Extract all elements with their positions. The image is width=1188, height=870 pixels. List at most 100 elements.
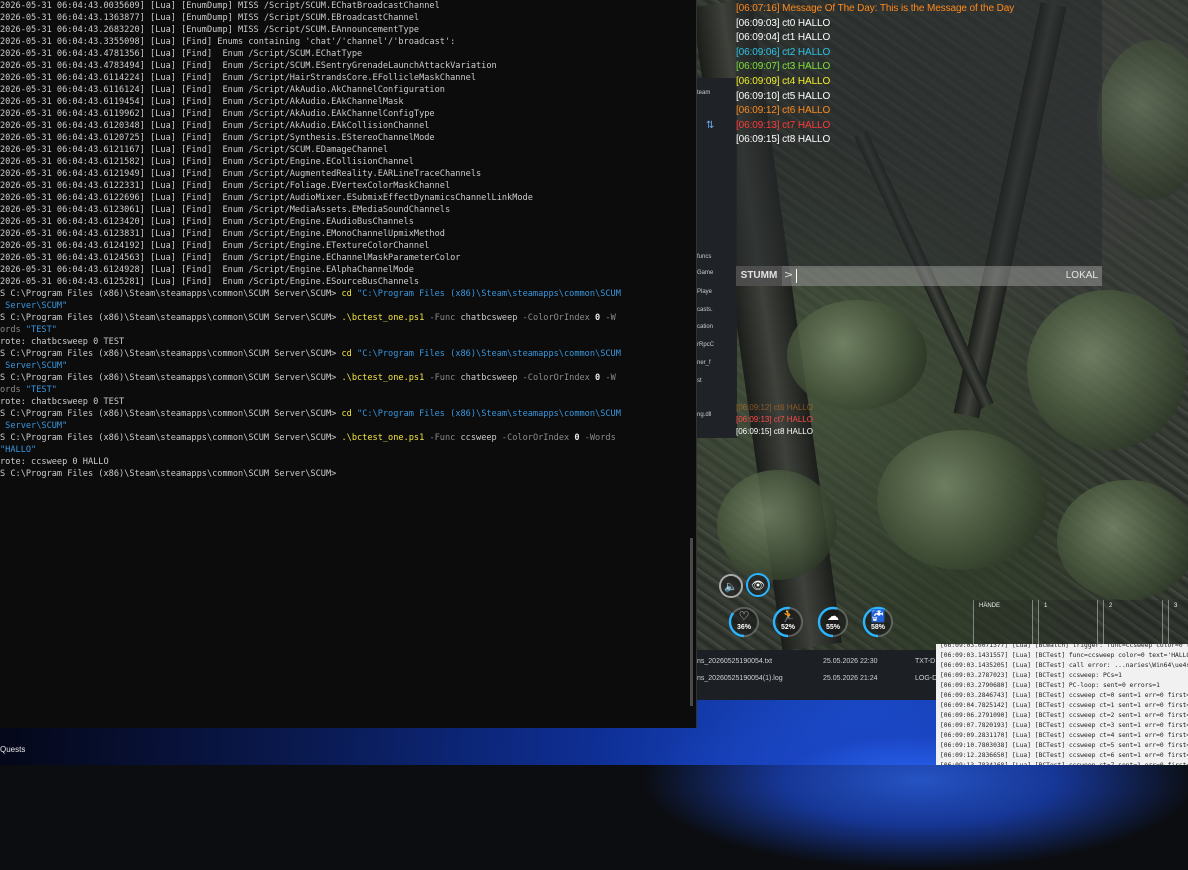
terminal-segment: 2026-05-31 06:04:43.6123061] [Lua] [Find… bbox=[0, 205, 451, 215]
terminal-segment: S C:\Program Files (x86)\Steam\steamapps… bbox=[0, 289, 342, 299]
chat-channel-label[interactable]: LOKAL bbox=[1066, 266, 1098, 286]
terminal-line: 2026-05-31 06:04:43.6125281] [Lua] [Find… bbox=[0, 276, 419, 288]
file-type: LOG-D bbox=[915, 675, 938, 682]
health-icon: ♡ bbox=[738, 609, 750, 623]
terminal-segment: 0 bbox=[574, 433, 585, 443]
file-row[interactable]: ns_20260525190054(1).log 25.05.2026 21:2… bbox=[697, 671, 937, 687]
log-line: [06:09:03.1431557] [Lua] [BCTest] func=c… bbox=[940, 652, 1188, 659]
terminal-segment: .\bctest_one.ps1 bbox=[341, 313, 430, 323]
terminal-segment: -Func bbox=[429, 433, 461, 443]
quickbar-slot-label: 1 bbox=[1044, 603, 1048, 609]
explorer-item[interactable]: cation bbox=[697, 324, 713, 330]
terminal-segment: 2026-05-31 06:04:43.6120725] [Lua] [Find… bbox=[0, 133, 435, 143]
log-line: [06:09:03.1435205] [Lua] [BCTest] call e… bbox=[940, 662, 1188, 669]
file-row[interactable]: ns_20260525190054.txt 25.05.2026 22:30 T… bbox=[697, 654, 937, 670]
explorer-item[interactable]: ng.dll bbox=[697, 412, 711, 418]
quickbar-slot[interactable]: 1 bbox=[1038, 600, 1098, 645]
terminal-line: S C:\Program Files (x86)\Steam\steamapps… bbox=[0, 432, 616, 444]
speaker-icon[interactable]: 🔈 bbox=[719, 574, 743, 598]
terminal-segment: S C:\Program Files (x86)\Steam\steamapps… bbox=[0, 313, 342, 323]
explorer-item[interactable]: funcs bbox=[697, 254, 711, 260]
health-percent: 36% bbox=[736, 624, 751, 631]
chat-message: [06:09:04] ct1 HALLO bbox=[736, 32, 831, 44]
powershell-terminal[interactable]: 2026-05-31 06:04:43.0035609] [Lua] [Enum… bbox=[0, 0, 697, 728]
terminal-segment: 2026-05-31 06:04:43.6121582] [Lua] [Find… bbox=[0, 157, 414, 167]
terminal-segment: 2026-05-31 06:04:43.6124563] [Lua] [Find… bbox=[0, 253, 461, 263]
terminal-line: 2026-05-31 06:04:43.6123831] [Lua] [Find… bbox=[0, 228, 445, 240]
explorer-item[interactable]: team bbox=[697, 90, 710, 96]
terminal-segment: -ColorOrIndex bbox=[522, 313, 596, 323]
log-window: [06:09:03.0071377] [Lua] [BCWatch] trigg… bbox=[936, 644, 1188, 765]
terminal-segment: "C:\Program Files (x86)\Steam\steamapps\… bbox=[357, 349, 621, 359]
foliage bbox=[1027, 290, 1187, 450]
quickbar-slot-label: 3 bbox=[1174, 603, 1178, 609]
chat-message: [06:09:06] ct2 HALLO bbox=[736, 46, 831, 58]
terminal-segment: 2026-05-31 06:04:43.3355098] [Lua] [Find… bbox=[0, 37, 456, 47]
foliage bbox=[877, 430, 1047, 570]
foliage bbox=[1057, 480, 1188, 600]
file-date: 25.05.2026 22:30 bbox=[823, 658, 878, 665]
explorer-item[interactable]: st bbox=[697, 378, 702, 384]
terminal-line: 2026-05-31 06:04:43.3355098] [Lua] [Find… bbox=[0, 36, 455, 48]
terminal-segment: -ColorOrIndex bbox=[522, 373, 596, 383]
terminal-segment: 2026-05-31 06:04:43.6119454] [Lua] [Find… bbox=[0, 97, 404, 107]
foliage bbox=[1097, 40, 1188, 200]
terminal-segment: 2026-05-31 06:04:43.4783494] [Lua] [Find… bbox=[0, 61, 497, 71]
sort-icon[interactable]: ⇅ bbox=[706, 120, 714, 131]
terminal-segment: ords bbox=[0, 325, 26, 335]
chat-mode-button[interactable]: STUMM bbox=[736, 266, 782, 286]
log-line: [06:09:07.7820193] [Lua] [BCTest] ccswee… bbox=[940, 722, 1188, 729]
terminal-segment: -Words bbox=[584, 433, 616, 443]
food-meter: ☁ 55% bbox=[817, 606, 849, 638]
terminal-segment: S C:\Program Files (x86)\Steam\steamapps… bbox=[0, 373, 342, 383]
taskbar-quests[interactable]: Quests bbox=[0, 745, 25, 754]
explorer-item[interactable]: casts. bbox=[697, 307, 713, 313]
chat-message: [06:09:10] ct5 HALLO bbox=[736, 90, 831, 102]
chat-input-bar[interactable]: STUMM > LOKAL bbox=[736, 266, 1102, 286]
terminal-segment: ords bbox=[0, 385, 26, 395]
explorer-item[interactable]: Playe bbox=[697, 289, 712, 295]
terminal-segment: 2026-05-31 06:04:43.6121949] [Lua] [Find… bbox=[0, 169, 482, 179]
terminal-line: 2026-05-31 06:04:43.6123061] [Lua] [Find… bbox=[0, 204, 450, 216]
terminal-segment: -ColorOrIndex bbox=[501, 433, 575, 443]
terminal-segment: 2026-05-31 06:04:43.6123831] [Lua] [Find… bbox=[0, 229, 445, 239]
explorer-item[interactable]: ner_f bbox=[697, 360, 711, 366]
terminal-line: rote: ccsweep 0 HALLO bbox=[0, 456, 109, 468]
terminal-segment: 0 bbox=[595, 313, 606, 323]
terminal-line: Server\SCUM" bbox=[0, 360, 67, 372]
terminal-segment: rote: ccsweep 0 HALLO bbox=[0, 457, 109, 467]
terminal-segment: 2026-05-31 06:04:43.6125281] [Lua] [Find… bbox=[0, 277, 420, 287]
terminal-segment: 2026-05-31 06:04:43.6121167] [Lua] [Find… bbox=[0, 145, 389, 155]
foliage bbox=[787, 300, 927, 410]
explorer-window-fragment: team funcs Game Playe casts. cation rRpcC ner_f… bbox=[697, 78, 737, 438]
terminal-line: 2026-05-31 06:04:43.6123420] [Lua] [Find… bbox=[0, 216, 414, 228]
explorer-item[interactable]: rRpcC bbox=[697, 342, 714, 348]
terminal-segment: .\bctest_one.ps1 bbox=[341, 373, 430, 383]
chat-fading-message: [06:09:13] ct7 HALLO bbox=[736, 415, 813, 424]
quickbar-slot[interactable]: 3 bbox=[1168, 600, 1188, 645]
terminal-line: S C:\Program Files (x86)\Steam\steamapps… bbox=[0, 348, 621, 360]
quickbar-slot[interactable]: HÄNDE bbox=[973, 600, 1033, 645]
chat-fading-message: [06:09:15] ct8 HALLO bbox=[736, 427, 813, 436]
terminal-line: S C:\Program Files (x86)\Steam\steamapps… bbox=[0, 372, 616, 384]
terminal-segment: -Func bbox=[429, 313, 461, 323]
explorer-item[interactable]: Game bbox=[697, 270, 713, 276]
terminal-line: Server\SCUM" bbox=[0, 300, 67, 312]
explorer-file-list: ns_20260525190054.txt 25.05.2026 22:30 T… bbox=[697, 650, 937, 700]
chat-fading-message: [06:09:12] ct6 HALLO bbox=[736, 403, 813, 412]
terminal-line: rote: chatbcsweep 0 TEST bbox=[0, 336, 124, 348]
terminal-scrollbar-thumb[interactable] bbox=[690, 538, 693, 706]
eye-icon[interactable]: 👁 bbox=[746, 573, 770, 597]
terminal-line: 2026-05-31 06:04:43.6124928] [Lua] [Find… bbox=[0, 264, 414, 276]
terminal-segment: ccsweep bbox=[460, 433, 502, 443]
terminal-segment: S C:\Program Files (x86)\Steam\steamapps… bbox=[0, 469, 337, 479]
log-line: [06:09:13.7834168] [Lua] [BCTest] ccswee… bbox=[940, 761, 1188, 765]
water-meter: 🚰 58% bbox=[862, 606, 894, 638]
terminal-line: 2026-05-31 06:04:43.6124192] [Lua] [Find… bbox=[0, 240, 429, 252]
terminal-line: S C:\Program Files (x86)\Steam\steamapps… bbox=[0, 312, 616, 324]
stamina-percent: 52% bbox=[780, 624, 795, 631]
terminal-line: 2026-05-31 06:04:43.2683220] [Lua] [Enum… bbox=[0, 24, 419, 36]
quickbar-slot[interactable]: 2 bbox=[1103, 600, 1163, 645]
terminal-segment: 2026-05-31 06:04:43.6114224] [Lua] [Find… bbox=[0, 73, 476, 83]
terminal-line: 2026-05-31 06:04:43.6120725] [Lua] [Find… bbox=[0, 132, 435, 144]
